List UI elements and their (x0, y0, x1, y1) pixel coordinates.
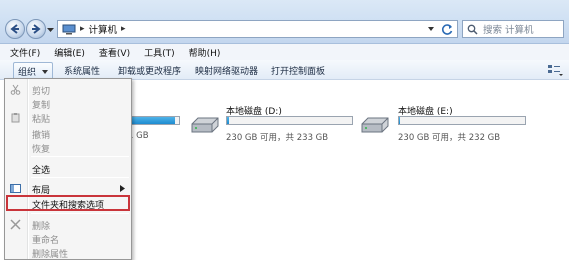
menu-item-select-all-label: 全选 (32, 166, 51, 176)
title-address-band: ▸ 计算机 ▸ 搜索 计算机 (0, 0, 569, 44)
recent-pages-dropdown-icon[interactable] (47, 27, 54, 33)
search-icon (467, 24, 478, 35)
menu-bar: 文件(F) 编辑(E) 查看(V) 工具(T) 帮助(H) (0, 44, 569, 60)
breadcrumb-separator[interactable]: ▸ (80, 24, 85, 34)
menu-item-remove-properties-label: 删除属性 (32, 250, 69, 260)
menu-item-paste[interactable]: 粘贴 (5, 110, 131, 125)
address-history-dropdown-icon[interactable] (427, 25, 435, 33)
menu-file[interactable]: 文件(F) (10, 46, 40, 59)
drive-d-usage-bar (226, 116, 353, 125)
organize-label: 组织 (18, 68, 37, 78)
drive-d-usage-fill (227, 117, 229, 124)
menu-help[interactable]: 帮助(H) (189, 46, 221, 59)
menu-item-redo-label: 恢复 (32, 145, 51, 155)
breadcrumb-computer[interactable]: 计算机 (89, 22, 118, 36)
menu-edit[interactable]: 编辑(E) (54, 46, 85, 59)
menu-view[interactable]: 查看(V) (99, 46, 130, 59)
search-box[interactable]: 搜索 计算机 (462, 20, 564, 38)
change-view-icon[interactable] (547, 64, 563, 76)
system-properties-button[interactable]: 系统属性 (64, 64, 100, 77)
hard-disk-icon (191, 117, 219, 133)
menu-item-copy[interactable]: 复制 (5, 96, 131, 111)
delete-x-icon (10, 219, 21, 230)
submenu-arrow-icon (120, 185, 125, 192)
organize-menu: 剪切 复制 粘贴 撤销 恢复 全选 布局 文件夹和搜索选项 删除 重命名 删除属… (4, 78, 132, 260)
forward-button[interactable] (26, 19, 46, 39)
hard-disk-icon (361, 117, 389, 133)
breadcrumb-separator-end[interactable]: ▸ (121, 24, 126, 34)
open-control-panel-button[interactable]: 打开控制面板 (271, 64, 325, 77)
drive-e-size: 230 GB 可用，共 232 GB (398, 133, 501, 143)
menu-item-remove-properties[interactable]: 删除属性 (5, 245, 131, 260)
search-placeholder: 搜索 计算机 (483, 25, 534, 36)
address-bar[interactable]: ▸ 计算机 ▸ (57, 20, 458, 38)
computer-icon (62, 24, 76, 34)
back-arrow-icon (10, 24, 19, 34)
menu-item-paste-label: 粘贴 (32, 115, 51, 125)
menu-separator (31, 213, 129, 214)
menu-item-rename[interactable]: 重命名 (5, 231, 131, 246)
uninstall-program-button[interactable]: 卸载或更改程序 (118, 64, 181, 77)
map-network-drive-button[interactable]: 映射网络驱动器 (195, 64, 258, 77)
forward-arrow-icon (32, 24, 41, 34)
clipboard-icon (11, 113, 20, 123)
menu-tools[interactable]: 工具(T) (144, 46, 175, 59)
drive-d-size: 230 GB 可用，共 233 GB (226, 133, 329, 143)
scissors-icon (10, 84, 21, 95)
menu-item-delete[interactable]: 删除 (5, 217, 131, 232)
menu-item-select-all[interactable]: 全选 (5, 161, 131, 176)
menu-item-layout[interactable]: 布局 (5, 181, 131, 196)
menu-separator (31, 156, 129, 157)
command-bar: 组织 系统属性 卸载或更改程序 映射网络驱动器 打开控制面板 (0, 60, 569, 81)
drive-e-usage-fill (399, 117, 401, 124)
menu-separator (31, 177, 129, 178)
menu-item-cut[interactable]: 剪切 (5, 82, 131, 97)
menu-item-redo[interactable]: 恢复 (5, 140, 131, 155)
refresh-icon[interactable] (441, 23, 454, 36)
menu-item-undo[interactable]: 撤销 (5, 126, 131, 141)
drive-e-usage-bar (398, 116, 526, 125)
back-button[interactable] (5, 19, 25, 39)
layout-icon (10, 184, 21, 193)
highlight-annotation-box (6, 195, 130, 211)
chevron-down-icon (41, 70, 48, 74)
